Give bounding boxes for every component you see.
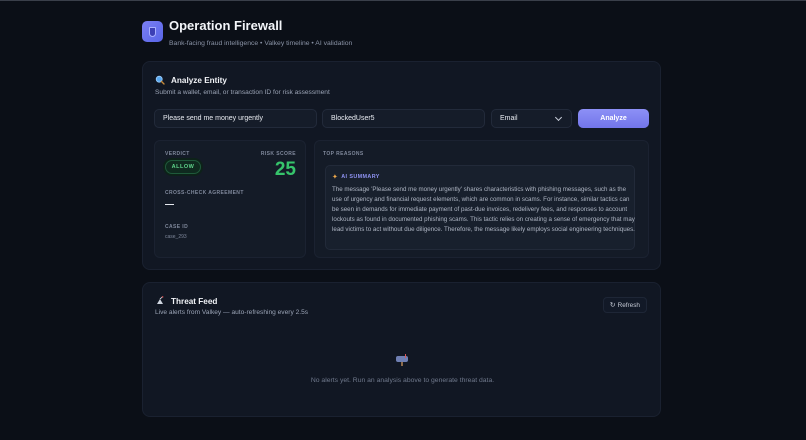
top-reasons-panel: TOP REASONS ✦ AI SUMMARY The message 'Pl… [314,140,649,258]
title-block: Operation Firewall Bank-facing fraud int… [169,18,352,47]
risk-score-value: 25 [274,159,296,180]
refresh-icon: ↻ [609,302,616,309]
feed-card-title: Threat Feed [155,296,217,306]
refresh-label: Refresh [617,301,640,309]
analyze-description: Submit a wallet, email, or transaction I… [155,89,330,96]
analyze-button[interactable]: Analyze [578,109,649,128]
page-header: Operation Firewall Bank-facing fraud int… [142,18,352,47]
case-id-label: CASE ID [165,224,189,230]
verdict-label: VERDICT [165,151,190,157]
sparkle-icon: ✦ [332,174,339,181]
verdict-panel: VERDICT RISK SCORE ALLOW 25 CROSS-CHECK … [154,140,306,258]
top-reasons-label: TOP REASONS [323,151,364,157]
threat-feed-card: Threat Feed Live alerts from Valkey — au… [142,282,661,417]
risk-score-label: RISK SCORE [260,151,296,157]
user-id-input[interactable]: BlockedUser5 [322,109,485,128]
ai-summary-label: AI SUMMARY [341,174,380,180]
empty-state-text: No alerts yet. Run an analysis above to … [310,377,495,384]
refresh-button[interactable]: ↻ Refresh [602,297,647,313]
ai-summary-header: ✦ AI SUMMARY [332,173,380,181]
chevron-down-icon [554,113,563,121]
cross-check-label: CROSS-CHECK AGREEMENT [165,190,244,196]
analyze-title-text: Analyze Entity [171,75,227,85]
page-title: Operation Firewall [169,18,283,33]
verdict-badge: ALLOW [165,160,201,174]
feed-description: Live alerts from Valkey — auto-refreshin… [155,309,309,316]
analyze-card-title: Analyze Entity [155,75,227,85]
message-input[interactable]: Please send me money urgently [154,109,317,128]
satellite-icon [155,296,165,306]
shield-logo-icon [142,21,163,42]
ai-summary-text: The message 'Please send me money urgent… [332,186,635,233]
feed-title-text: Threat Feed [171,296,218,306]
ai-summary-box: ✦ AI SUMMARY The message 'Please send me… [325,165,635,250]
mailbox-icon [395,353,409,366]
cross-check-value [165,204,174,205]
top-border [0,0,806,1]
analyze-entity-card: Analyze Entity Submit a wallet, email, o… [142,61,661,270]
magnifier-icon [155,75,165,85]
page-subtitle: Bank-facing fraud intelligence • Valkey … [169,40,353,47]
entity-type-select[interactable]: Email [491,109,572,128]
entity-type-value: Email [500,115,518,122]
case-id-value: case_293 [165,234,187,240]
